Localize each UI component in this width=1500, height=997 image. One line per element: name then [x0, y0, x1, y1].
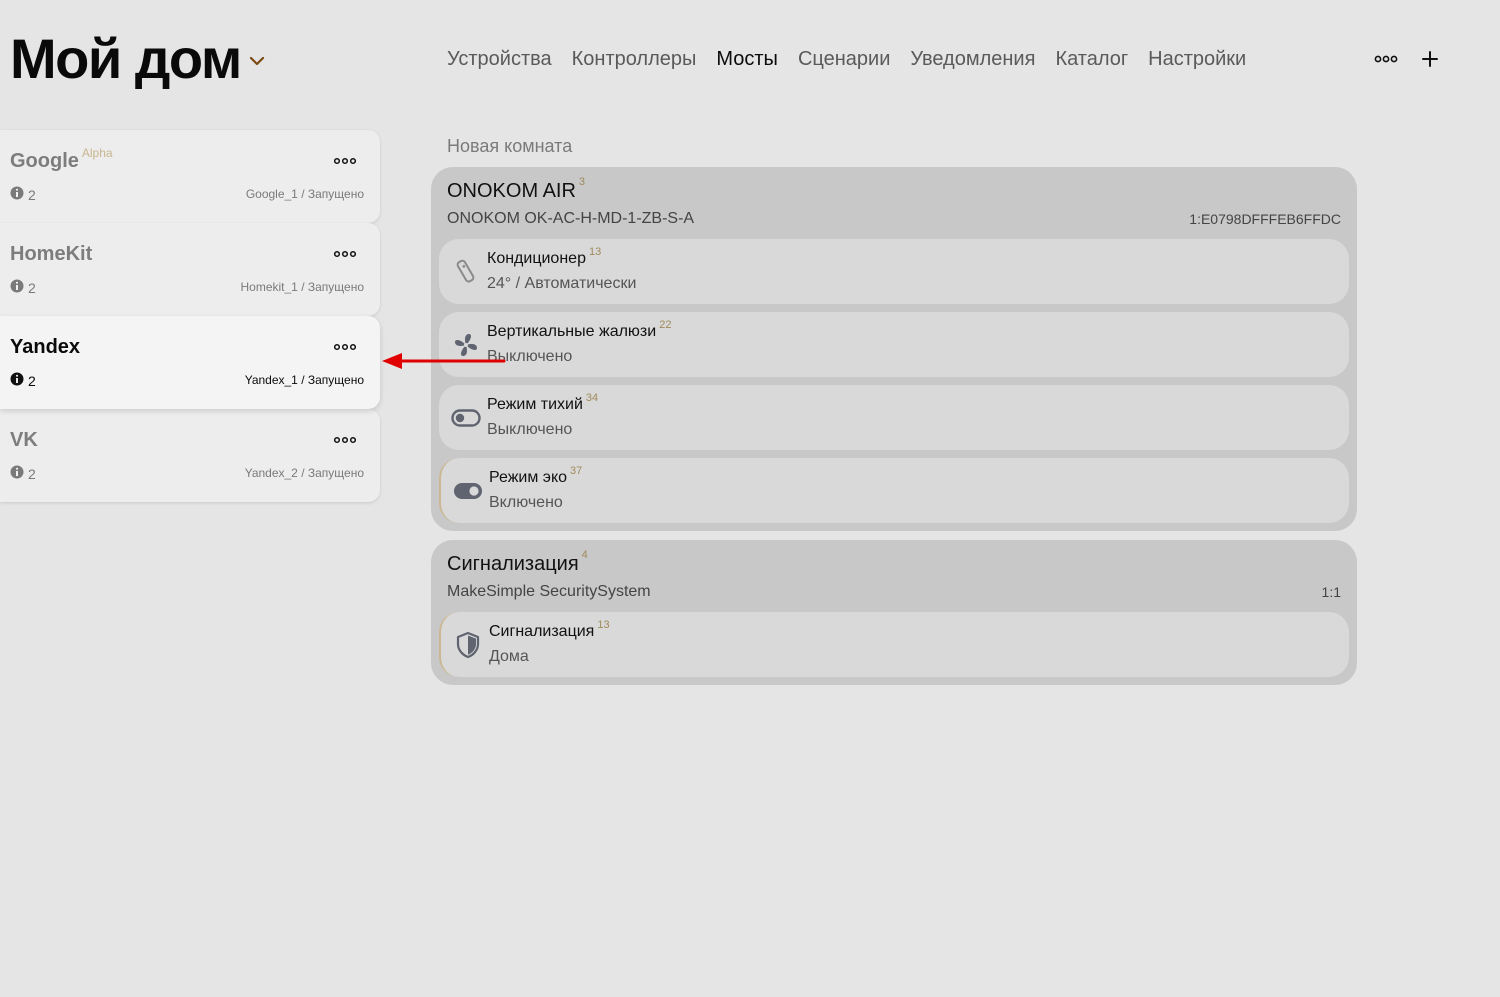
channel-alarm[interactable]: Сигнализация 13 Дома — [439, 612, 1349, 677]
bridge-name: HomeKit — [10, 243, 93, 265]
bridge-card-vk[interactable]: VK 2 Yandex_2 / Запущено — [0, 409, 380, 502]
channel-sup: 22 — [659, 319, 672, 331]
ac-remote-icon — [451, 257, 481, 287]
channel-sup: 37 — [570, 465, 583, 477]
tab-bridges[interactable]: Мосты — [716, 46, 778, 72]
toggle-off-icon[interactable] — [451, 403, 481, 433]
channel-name: Режим эко — [489, 469, 568, 486]
bridge-status: Yandex_1 / Запущено — [244, 373, 364, 387]
device-title: Сигнализация — [447, 553, 579, 575]
channel-sup: 13 — [588, 246, 602, 258]
bridge-name: Google — [10, 150, 79, 172]
channel-name: Сигнализация — [489, 623, 595, 640]
tab-devices[interactable]: Устройства — [447, 46, 552, 72]
tab-catalog[interactable]: Каталог — [1055, 46, 1128, 72]
device-header[interactable]: ONOKOM AIR 3 ONOKOM OK-AC-H-MD-1-ZB-S-A 1… — [431, 167, 1357, 239]
bridges-list: Google Alpha 2 Google_1 / Запущено HomeKi… — [0, 130, 380, 502]
channel-value: Выключено — [487, 421, 573, 438]
device-id: 1:1 — [1321, 584, 1341, 600]
channel-value: Дома — [489, 648, 529, 665]
page-title: Мой дом — [10, 27, 242, 90]
channel-name: Кондиционер — [487, 250, 586, 267]
channel-value: 24° / Автоматически — [487, 275, 637, 292]
channel-air-conditioner[interactable]: Кондиционер 13 24° / Автоматически — [439, 239, 1349, 304]
device-id: 1:E0798DFFFEB6FFDC — [1189, 211, 1341, 227]
more-dots-icon[interactable] — [1374, 46, 1398, 72]
channel-name: Вертикальные жалюзи — [487, 323, 657, 340]
bridge-status: Google_1 / Запущено — [245, 187, 364, 201]
tab-controllers[interactable]: Контроллеры — [572, 46, 697, 72]
channel-sup: 34 — [585, 392, 599, 404]
info-icon — [10, 186, 24, 203]
tab-settings[interactable]: Настройки — [1148, 46, 1246, 72]
device-header[interactable]: Сигнализация 4 MakeSimple SecuritySystem … — [431, 540, 1357, 612]
count-value: 2 — [28, 279, 36, 296]
plus-icon[interactable] — [1422, 46, 1438, 72]
device-title-sup: 3 — [578, 176, 586, 188]
tab-notifications[interactable]: Уведомления — [910, 46, 1035, 72]
channel-name: Режим тихий — [487, 396, 583, 413]
info-icon — [10, 279, 24, 296]
channel-value: Включено — [489, 494, 563, 511]
main-nav: Устройства Контроллеры Мосты Сценарии Ув… — [447, 46, 1246, 72]
header-actions — [1374, 46, 1438, 72]
more-dots-icon[interactable] — [334, 249, 356, 259]
bridge-name: Yandex — [10, 336, 81, 358]
device-card-onokom: ONOKOM AIR 3 ONOKOM OK-AC-H-MD-1-ZB-S-A 1… — [431, 167, 1357, 531]
bridge-device-count: 2 — [10, 465, 36, 482]
info-icon — [10, 465, 24, 482]
bridge-tag: Alpha — [81, 146, 113, 160]
chevron-down-icon[interactable] — [249, 55, 265, 67]
device-card-alarm: Сигнализация 4 MakeSimple SecuritySystem … — [431, 540, 1357, 685]
home-selector[interactable]: Мой дом — [10, 24, 265, 94]
device-title: ONOKOM AIR — [447, 180, 576, 202]
bridge-card-yandex[interactable]: Yandex 2 Yandex_1 / Запущено — [0, 316, 380, 409]
count-value: 2 — [28, 465, 36, 482]
red-arrow-left-icon — [380, 350, 510, 377]
count-value: 2 — [28, 372, 36, 389]
bridge-device-count: 2 — [10, 279, 36, 296]
info-icon — [10, 372, 24, 389]
count-value: 2 — [28, 186, 36, 203]
channel-quiet-mode[interactable]: Режим тихий 34 Выключено — [439, 385, 1349, 450]
bridge-device-count: 2 — [10, 372, 36, 389]
bridge-status: Homekit_1 / Запущено — [240, 280, 365, 294]
channel-sup: 13 — [597, 619, 610, 631]
device-title-sup: 4 — [581, 549, 588, 561]
more-dots-icon[interactable] — [334, 435, 356, 445]
bridge-card-homekit[interactable]: HomeKit 2 Homekit_1 / Запущено — [0, 223, 380, 316]
tab-scenarios[interactable]: Сценарии — [798, 46, 890, 72]
device-model: MakeSimple SecuritySystem — [447, 583, 651, 600]
channel-eco-mode[interactable]: Режим эко 37 Включено — [439, 458, 1349, 523]
bridge-card-google[interactable]: Google Alpha 2 Google_1 / Запущено — [0, 130, 380, 223]
more-dots-icon[interactable] — [334, 342, 356, 352]
bridge-device-count: 2 — [10, 186, 36, 203]
bridge-status: Yandex_2 / Запущено — [244, 466, 364, 480]
toggle-on-icon[interactable] — [453, 476, 483, 506]
more-dots-icon[interactable] — [334, 156, 356, 166]
room-label: Новая комната — [447, 136, 573, 156]
channel-vertical-blinds[interactable]: Вертикальные жалюзи 22 Выключено — [439, 312, 1349, 377]
bridge-name: VK — [10, 429, 38, 451]
device-model: ONOKOM OK-AC-H-MD-1-ZB-S-A — [447, 210, 695, 227]
shield-icon — [453, 630, 483, 660]
